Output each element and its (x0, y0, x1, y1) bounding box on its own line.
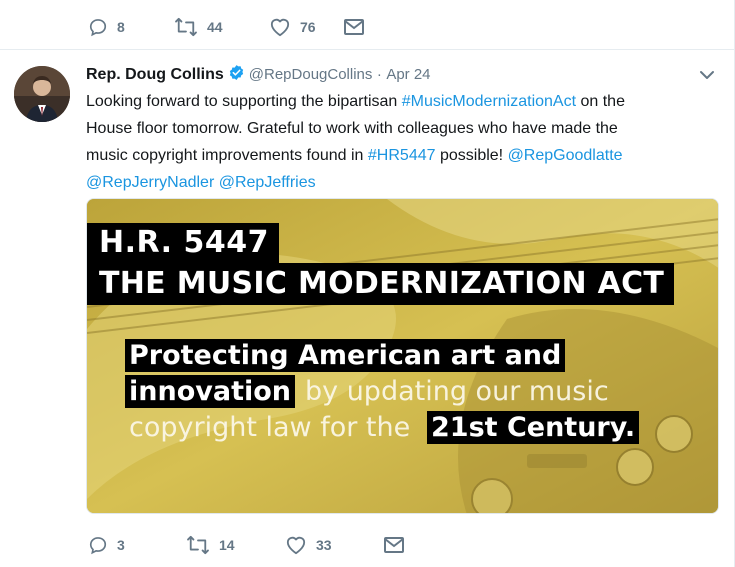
previous-tweet-actions: 8 44 76 (88, 12, 365, 42)
retweet-count: 44 (207, 19, 223, 35)
retweet-button[interactable]: 14 (186, 535, 285, 555)
tweet-actions: 3 14 33 (88, 530, 405, 560)
verified-icon (228, 64, 245, 86)
image-subtitle: THE MUSIC MODERNIZATION ACT (87, 263, 675, 305)
image-body-emphasis: innovation (125, 375, 295, 408)
hashtag-hr5447[interactable]: #HR5447 (368, 147, 436, 164)
like-count: 76 (300, 19, 316, 35)
avatar[interactable] (14, 66, 70, 122)
like-icon (270, 18, 290, 37)
header-separator: · (376, 66, 382, 83)
author-handle[interactable]: @RepDougCollins (249, 66, 373, 83)
message-icon (344, 19, 364, 35)
text-segment: possible! (435, 147, 508, 164)
image-body-line-3: copyright law for the (129, 412, 411, 443)
retweet-count: 14 (219, 537, 235, 553)
retweet-icon (187, 535, 209, 555)
reply-icon (89, 537, 107, 555)
tweet-menu-button[interactable] (698, 66, 716, 89)
chevron-down-icon (700, 71, 714, 79)
text-segment: on the (576, 93, 625, 110)
mention-repjeffries[interactable]: @RepJeffries (219, 174, 316, 191)
reply-icon (89, 19, 107, 37)
tweet-text: Looking forward to supporting the bipart… (86, 88, 696, 196)
message-button[interactable] (383, 536, 405, 554)
hashtag-musicmodernizationact[interactable]: #MusicModernizationAct (402, 93, 576, 110)
author-name[interactable]: Rep. Doug Collins (86, 66, 224, 83)
text-segment: House floor tomorrow. Grateful to work w… (86, 120, 618, 137)
mention-repjerrynadler[interactable]: @RepJerryNadler (86, 174, 214, 191)
retweet-button[interactable]: 44 (174, 17, 269, 37)
reply-count: 3 (117, 537, 125, 553)
message-button[interactable] (343, 18, 365, 36)
mention-repgoodlatte[interactable]: @RepGoodlatte (508, 147, 623, 164)
like-button[interactable]: 76 (269, 17, 343, 37)
reply-button[interactable]: 3 (88, 535, 186, 555)
like-icon (286, 536, 306, 555)
image-body-line-1: Protecting American art and (125, 339, 566, 372)
like-button[interactable]: 33 (285, 535, 383, 555)
image-text-overlay: H.R. 5447 THE MUSIC MODERNIZATION ACT Pr… (87, 199, 718, 513)
text-segment: Looking forward to supporting the bipart… (86, 93, 402, 110)
text-segment: music copyright improvements found in (86, 147, 368, 164)
image-body-line-2: by updating our music (305, 376, 609, 407)
retweet-icon (175, 17, 197, 37)
tweet-image[interactable]: H.R. 5447 THE MUSIC MODERNIZATION ACT Pr… (86, 198, 719, 514)
tweet-divider (0, 49, 734, 50)
image-body-century: 21st Century. (427, 411, 640, 444)
tweet-header: Rep. Doug Collins @RepDougCollins · Apr 2… (86, 64, 431, 86)
tweet-timestamp[interactable]: Apr 24 (386, 66, 430, 83)
reply-count: 8 (117, 19, 125, 35)
image-title: H.R. 5447 (87, 223, 279, 263)
like-count: 33 (316, 537, 332, 553)
reply-button[interactable]: 8 (88, 17, 174, 37)
message-icon (384, 537, 404, 553)
